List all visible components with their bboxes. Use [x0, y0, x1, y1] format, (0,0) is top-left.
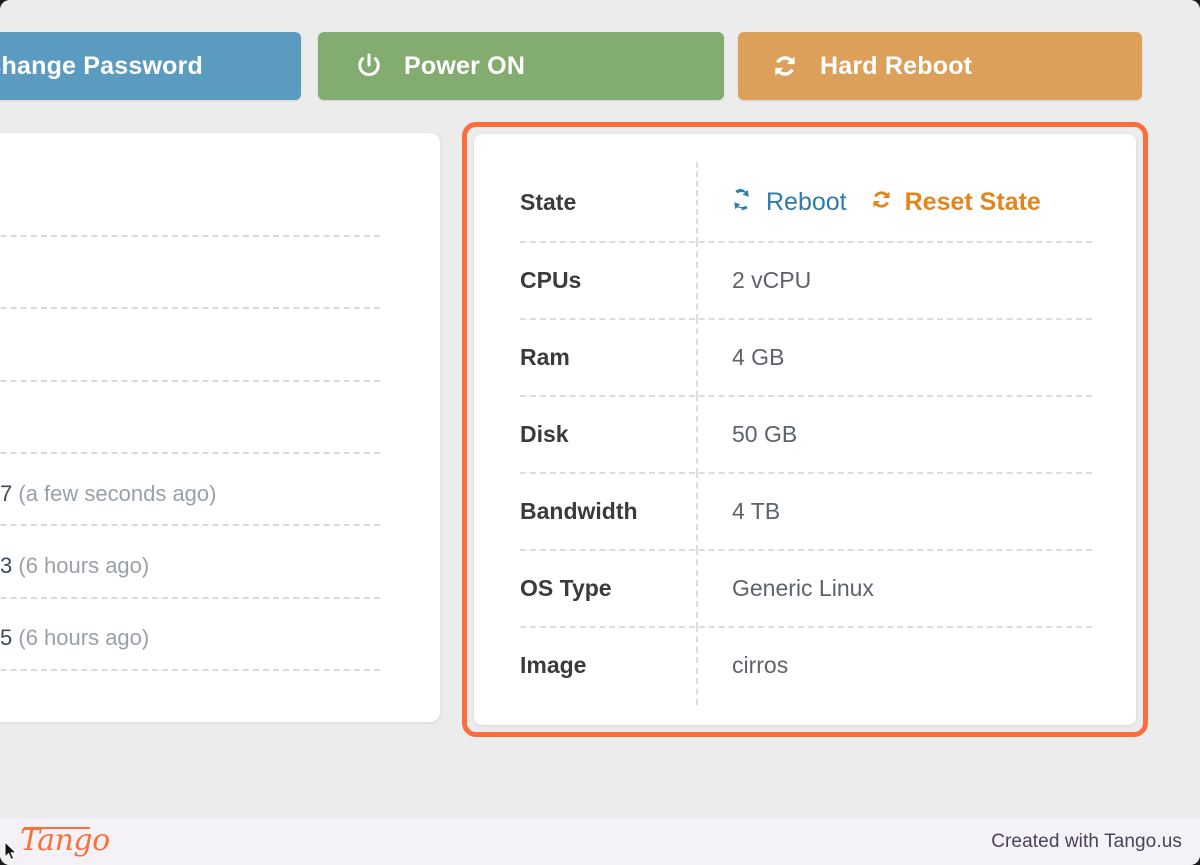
- tango-logo: Tango: [20, 823, 110, 858]
- left-row-relative-time: (6 hours ago): [18, 553, 150, 578]
- list-item: 3 (6 hours ago): [0, 530, 440, 602]
- page-footer: Tango Created with Tango.us: [0, 818, 1200, 865]
- footer-credit: Created with Tango.us: [991, 830, 1182, 852]
- left-row-value: 7: [0, 481, 13, 506]
- power-icon: [354, 51, 384, 81]
- left-card-divider: [0, 452, 380, 454]
- change-password-label: Change Password: [0, 51, 203, 80]
- left-card-divider: [0, 307, 380, 309]
- power-on-label: Power ON: [404, 51, 526, 80]
- left-card-divider: [0, 235, 380, 237]
- left-row-relative-time: (a few seconds ago): [18, 481, 217, 506]
- power-on-button[interactable]: Power ON: [318, 32, 724, 100]
- refresh-icon: [770, 51, 800, 81]
- left-activity-card: 7 (a few seconds ago) 3 (6 hours ago) 5 …: [0, 133, 440, 722]
- left-card-divider: [0, 380, 380, 382]
- left-row-value: 5: [0, 625, 13, 650]
- left-row-value: 3: [0, 553, 13, 578]
- hard-reboot-button[interactable]: Hard Reboot: [738, 32, 1142, 100]
- highlight-annotation-frame: [462, 122, 1148, 737]
- left-row-relative-time: (6 hours ago): [18, 625, 150, 650]
- screenshot-page: Change Password Power ON Hard Reboot 7 (…: [0, 0, 1200, 865]
- list-item: 7 (a few seconds ago): [0, 458, 440, 530]
- list-item: 5 (6 hours ago): [0, 602, 440, 674]
- action-toolbar: Change Password Power ON Hard Reboot: [0, 0, 1200, 120]
- mouse-cursor: [4, 841, 18, 861]
- change-password-button[interactable]: Change Password: [0, 32, 301, 100]
- hard-reboot-label: Hard Reboot: [820, 51, 973, 80]
